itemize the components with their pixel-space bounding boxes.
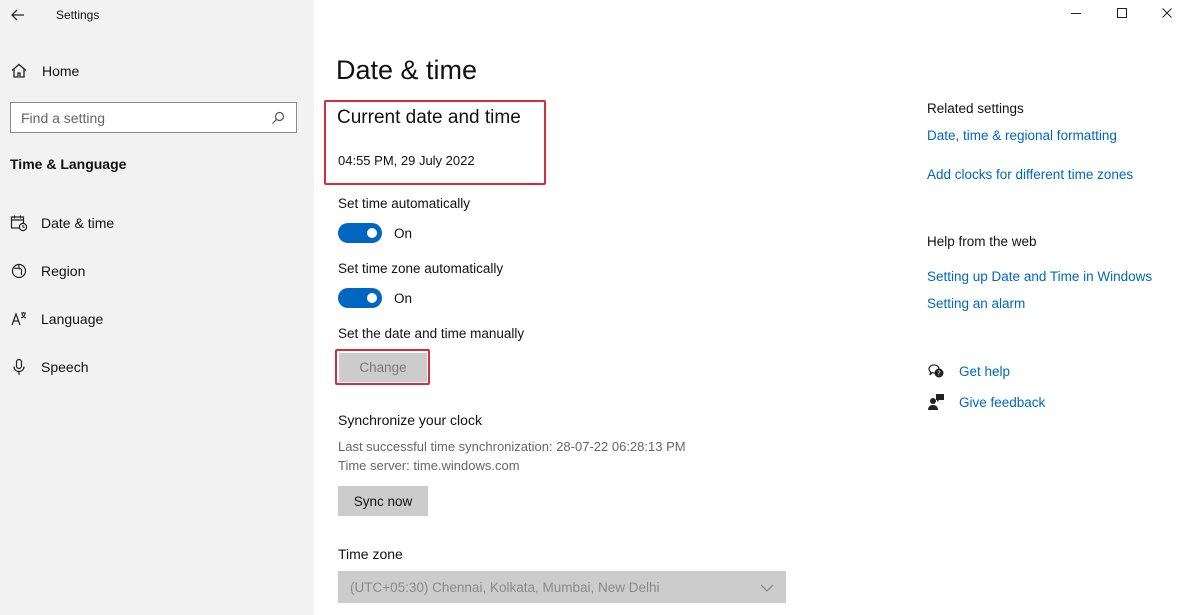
current-datetime-value: 04:55 PM, 29 July 2022 [338, 153, 475, 168]
timezone-value: (UTC+05:30) Chennai, Kolkata, Mumbai, Ne… [350, 579, 660, 595]
chevron-down-icon [760, 580, 774, 595]
set-tz-auto-state: On [394, 291, 413, 306]
setting-alarm-link[interactable]: Setting an alarm [927, 296, 1025, 311]
search-input[interactable] [21, 109, 270, 126]
get-help-label: Get help [959, 363, 1011, 379]
home-nav[interactable]: Home [10, 62, 79, 80]
sync-now-button[interactable]: Sync now [338, 486, 428, 516]
current-datetime-heading: Current date and time [337, 107, 521, 128]
give-feedback-label: Give feedback [959, 394, 1046, 410]
set-tz-auto-label: Set time zone automatically [338, 261, 504, 276]
sidebar-item-speech[interactable]: Speech [10, 358, 88, 376]
sidebar-item-label: Region [41, 263, 86, 279]
sidebar: Settings Home Time & Language Date & tim… [0, 0, 314, 615]
change-button[interactable]: Change [339, 353, 427, 382]
add-clocks-link[interactable]: Add clocks for different time zones [927, 167, 1133, 182]
search-box[interactable] [10, 102, 297, 133]
globe-icon [10, 262, 28, 280]
home-label: Home [42, 63, 80, 79]
sidebar-item-language[interactable]: Language [10, 310, 103, 328]
give-feedback-link[interactable]: Give feedback [927, 393, 1045, 411]
manual-datetime-label: Set the date and time manually [338, 326, 525, 341]
sidebar-item-label: Speech [41, 359, 89, 375]
sidebar-item-date-time[interactable]: Date & time [10, 214, 114, 232]
timezone-select[interactable]: (UTC+05:30) Chennai, Kolkata, Mumbai, Ne… [338, 571, 786, 603]
home-icon [10, 62, 28, 80]
set-time-auto-label: Set time automatically [338, 196, 471, 211]
microphone-icon [10, 358, 28, 376]
app-title: Settings [56, 8, 100, 22]
maximize-icon[interactable] [1115, 6, 1129, 20]
feedback-icon [927, 393, 945, 411]
sync-heading: Synchronize your clock [338, 412, 482, 428]
close-icon[interactable] [1160, 6, 1174, 20]
calendar-clock-icon [10, 214, 28, 232]
last-sync-text: Last successful time synchronization: 28… [338, 439, 686, 454]
timezone-label: Time zone [338, 546, 403, 562]
sidebar-item-label: Language [41, 311, 104, 327]
time-server-text: Time server: time.windows.com [338, 458, 520, 473]
set-time-auto-toggle[interactable] [338, 223, 382, 243]
related-settings-heading: Related settings [927, 101, 1024, 116]
svg-text:?: ? [937, 370, 941, 378]
help-web-heading: Help from the web [927, 234, 1037, 249]
language-icon [10, 310, 28, 328]
back-arrow-icon[interactable] [9, 6, 27, 24]
get-help-icon: ? [927, 362, 945, 380]
set-time-auto-state: On [394, 226, 413, 241]
sidebar-item-label: Date & time [41, 215, 115, 231]
setup-date-time-link[interactable]: Setting up Date and Time in Windows [927, 269, 1152, 284]
sidebar-item-region[interactable]: Region [10, 262, 85, 280]
page-title: Date & time [336, 55, 478, 85]
minimize-icon[interactable] [1069, 6, 1083, 20]
get-help-link[interactable]: ? Get help [927, 362, 1010, 380]
set-tz-auto-toggle[interactable] [338, 288, 382, 308]
regional-formatting-link[interactable]: Date, time & regional formatting [927, 128, 1117, 143]
search-icon[interactable] [270, 110, 286, 126]
section-heading: Time & Language [10, 156, 127, 172]
